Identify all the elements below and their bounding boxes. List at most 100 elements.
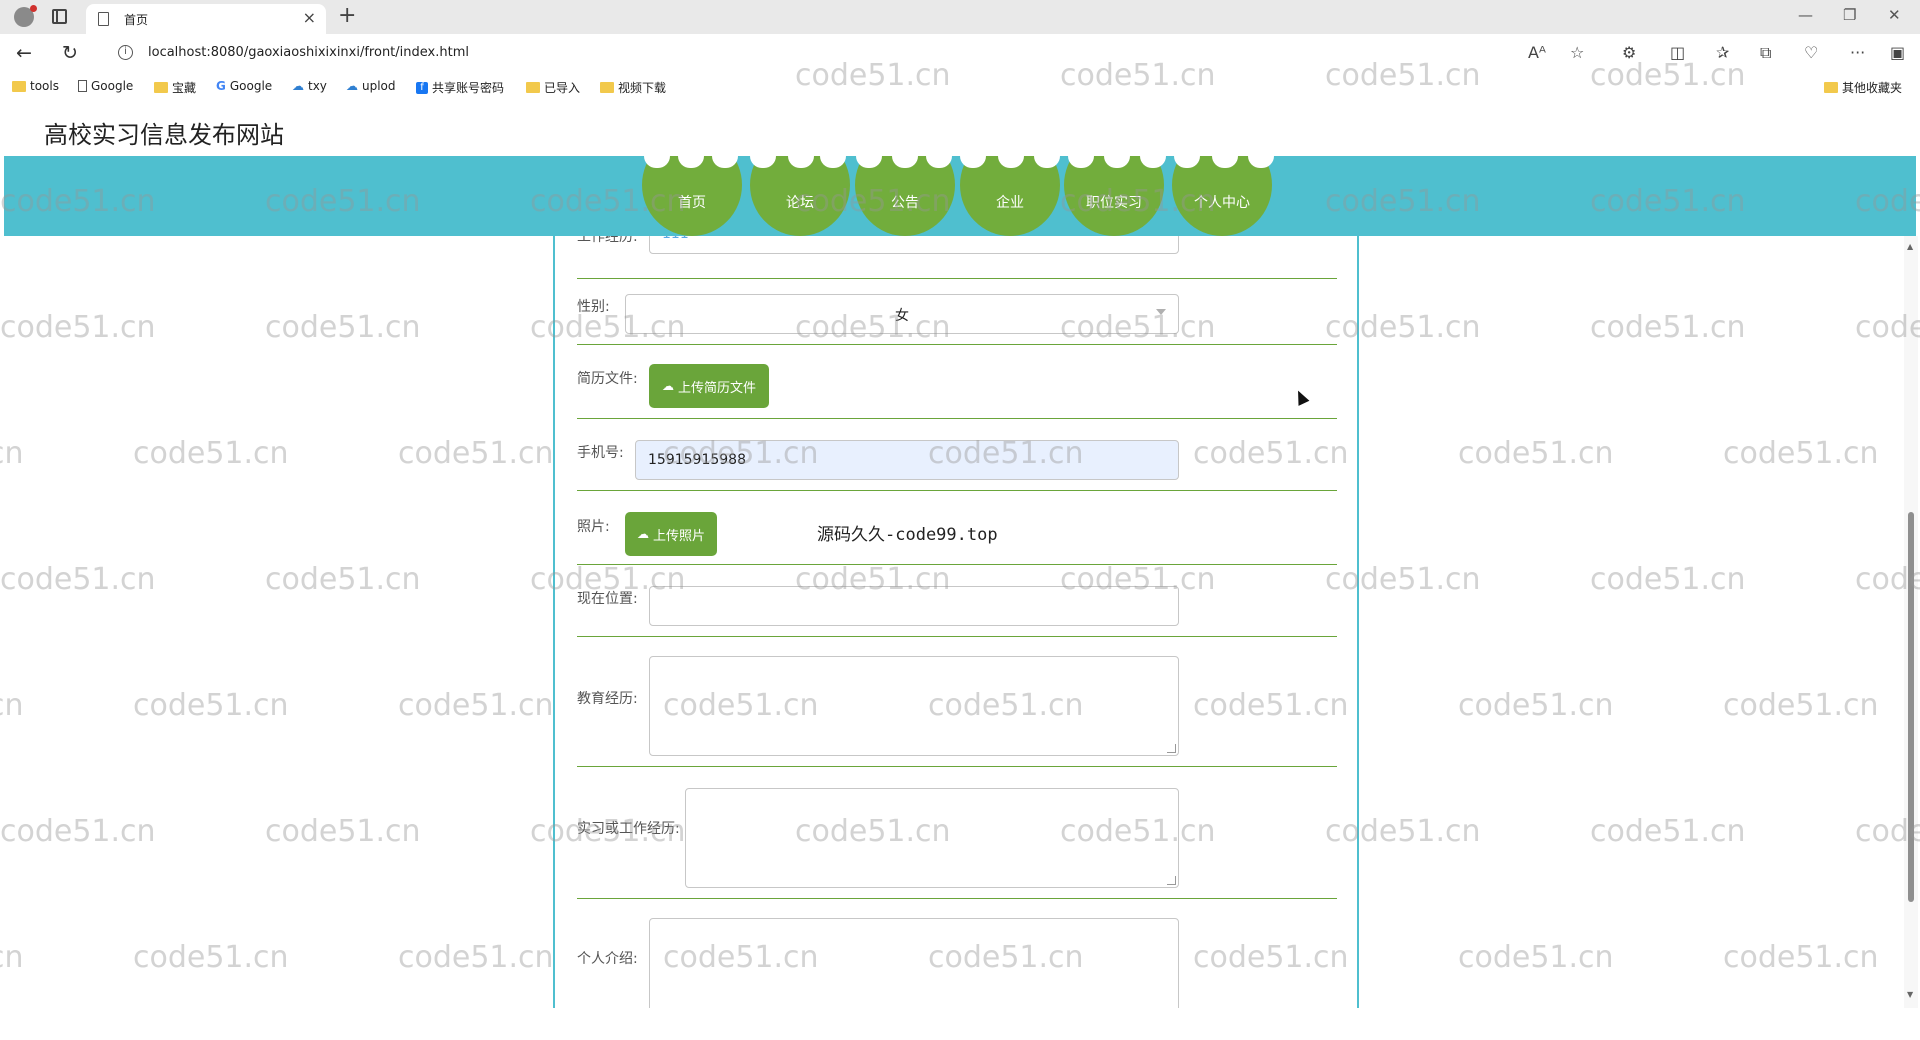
nav-companies[interactable]: 企业 [960, 156, 1060, 236]
bookmark-google-2[interactable]: G Google [216, 79, 272, 93]
photo-label: 照片: [577, 519, 610, 535]
internship-label: 实习或工作经历: [577, 821, 680, 837]
close-tab-icon[interactable]: × [303, 8, 316, 27]
chevron-down-icon [1156, 309, 1166, 315]
restore-icon[interactable]: ❐ [1843, 6, 1856, 24]
nav-label: 企业 [996, 195, 1024, 211]
bookmark-imported[interactable]: 已导入 [526, 79, 580, 96]
gender-label: 性别: [577, 299, 610, 315]
nav-home[interactable]: 首页 [642, 156, 742, 236]
row-divider [577, 344, 1337, 345]
profile-icon[interactable] [14, 5, 37, 27]
folder-icon [12, 80, 26, 92]
facebook-icon: f [416, 81, 428, 94]
bookmark-label: Google [91, 79, 134, 93]
nav-label: 首页 [678, 195, 706, 211]
browser-essentials-icon[interactable]: ♡ [1804, 43, 1818, 62]
nav-forum[interactable]: 论坛 [750, 156, 850, 236]
new-tab-icon[interactable]: + [338, 3, 356, 28]
nav-label: 个人中心 [1194, 195, 1250, 211]
more-menu-icon[interactable]: ··· [1850, 43, 1865, 62]
work-history-input[interactable]: 111 [649, 236, 1179, 254]
bookmark-label: uplod [362, 79, 396, 93]
bookmark-label: 宝藏 [172, 81, 197, 95]
bookmark-label: 共享账号密码 [432, 81, 505, 95]
upload-resume-label: 上传简历文件 [677, 380, 756, 396]
extensions-icon[interactable]: ⚙ [1622, 43, 1636, 62]
scroll-down-icon[interactable]: ▼ [1907, 990, 1913, 999]
intro-textarea[interactable] [649, 918, 1179, 1008]
sidebar-icon[interactable]: ▣ [1890, 43, 1905, 62]
bookmark-label: tools [30, 79, 59, 93]
nav-label: 论坛 [786, 195, 814, 211]
intro-label: 个人介绍: [577, 951, 638, 967]
site-info-icon[interactable]: i [118, 45, 133, 60]
nav-label: 公告 [891, 195, 919, 211]
row-divider [577, 418, 1337, 419]
gender-select[interactable]: 女 [625, 294, 1179, 334]
workspaces-icon[interactable] [52, 9, 67, 24]
url-field[interactable]: localhost:8080/gaoxiaoshixixinxi/front/i… [148, 45, 469, 60]
folder-icon [526, 82, 540, 93]
location-input[interactable] [649, 586, 1179, 626]
phone-input[interactable]: 15915915988 [635, 440, 1179, 480]
split-screen-icon[interactable]: ◫ [1670, 43, 1685, 62]
nav-personal-center[interactable]: 个人中心 [1172, 156, 1272, 236]
profile-form: 工作经历: 111 性别: 女 简历文件: ☁上传简历文件 手机号: 15915… [553, 236, 1359, 1008]
favorite-star-icon[interactable]: ☆ [1570, 43, 1584, 62]
refresh-icon[interactable]: ↻ [62, 42, 78, 64]
bookmark-video-download[interactable]: 视频下载 [600, 79, 666, 96]
address-bar: ← ↻ i localhost:8080/gaoxiaoshixixinxi/f… [0, 34, 1920, 72]
browser-tab-bar: 首页 × + — ❐ ✕ [0, 0, 1920, 34]
mouse-cursor [1292, 388, 1310, 406]
window-bottom-edge [0, 1008, 1920, 1040]
cloud-upload-icon: ☁ [636, 527, 649, 541]
bookmark-shared-accounts[interactable]: f 共享账号密码 [416, 79, 504, 96]
close-window-icon[interactable]: ✕ [1888, 6, 1901, 24]
back-icon[interactable]: ← [16, 42, 32, 64]
bookmark-label: 其他收藏夹 [1842, 81, 1903, 95]
collections-icon[interactable]: ⧉ [1760, 43, 1771, 63]
location-label: 现在位置: [577, 591, 638, 607]
row-divider [577, 278, 1337, 279]
nav-internships[interactable]: 职位实习 [1064, 156, 1164, 236]
main-nav: 首页 论坛 公告 企业 职位实习 个人中心 [4, 156, 1916, 236]
bookmarks-bar: tools Google 宝藏 G Google ☁ txy ☁ uplod f 共享账… [0, 72, 1920, 102]
cloud-icon: ☁ [346, 79, 358, 93]
bookmark-label: txy [308, 79, 327, 93]
read-aloud-icon[interactable]: Aᴬ [1528, 43, 1546, 62]
bookmark-google[interactable]: Google [78, 79, 133, 93]
row-divider [577, 490, 1337, 491]
bookmark-tools[interactable]: tools [12, 79, 59, 93]
bookmark-other-favorites[interactable]: 其他收藏夹 [1824, 79, 1902, 96]
upload-photo-button[interactable]: ☁ 上传照片 [625, 512, 717, 556]
bookmark-treasure[interactable]: 宝藏 [154, 79, 196, 96]
page-scrollbar[interactable]: ▲ ▼ [1904, 236, 1918, 1008]
site-header: 高校实习信息发布网站 [0, 102, 1920, 156]
folder-icon [600, 82, 614, 93]
phone-label: 手机号: [577, 445, 624, 461]
education-textarea[interactable] [649, 656, 1179, 756]
minimize-icon[interactable]: — [1798, 6, 1813, 24]
education-label: 教育经历: [577, 691, 638, 707]
upload-resume-button[interactable]: ☁ 上传简历文件 [649, 364, 769, 408]
scrollbar-thumb[interactable] [1908, 512, 1914, 902]
cloud-icon: ☁ [292, 79, 304, 93]
internship-textarea[interactable] [685, 788, 1179, 888]
browser-tab[interactable]: 首页 × [86, 4, 326, 34]
bookmark-label: 视频下载 [618, 81, 667, 95]
site-title: 高校实习信息发布网站 [44, 121, 284, 149]
gender-value: 女 [895, 308, 909, 324]
bookmark-uplod[interactable]: ☁ uplod [346, 79, 396, 93]
row-divider [577, 636, 1337, 637]
row-divider [577, 564, 1337, 565]
tab-title: 首页 [124, 13, 149, 27]
row-divider [577, 766, 1337, 767]
favorites-icon[interactable]: ✰ [1716, 43, 1729, 62]
photo-overlay-text: 源码久久-code99.top [817, 525, 998, 545]
nav-announcements[interactable]: 公告 [855, 156, 955, 236]
cloud-upload-icon: ☁ [661, 379, 674, 393]
scroll-up-icon[interactable]: ▲ [1907, 242, 1913, 251]
resume-label: 简历文件: [577, 371, 638, 387]
bookmark-txy[interactable]: ☁ txy [292, 79, 327, 93]
